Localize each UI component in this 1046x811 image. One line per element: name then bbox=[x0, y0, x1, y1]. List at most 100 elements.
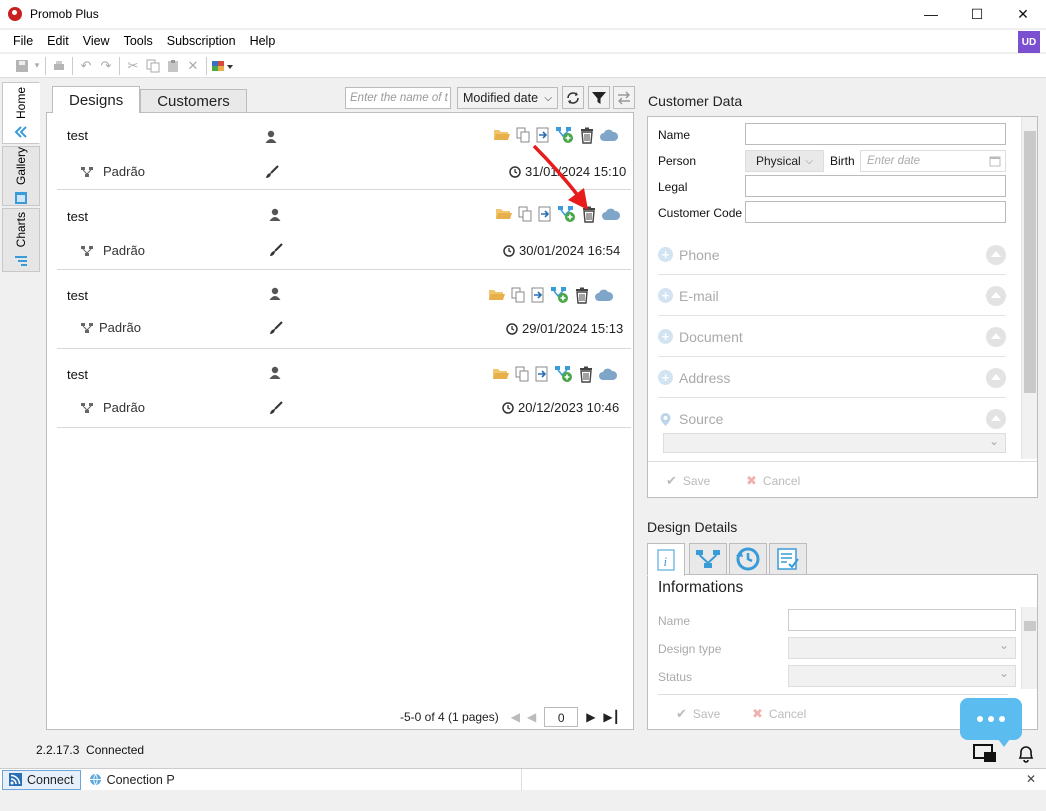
screen-share-icon[interactable] bbox=[973, 743, 999, 765]
details-save-button[interactable]: ✔ Save bbox=[676, 706, 720, 722]
tab-customers[interactable]: Customers bbox=[140, 89, 247, 113]
first-page-icon[interactable]: ◀ bbox=[511, 710, 521, 724]
collapse-icon[interactable] bbox=[986, 409, 1006, 429]
design-variant: Padrão bbox=[81, 320, 141, 335]
last-page-icon[interactable]: ▶┃ bbox=[603, 710, 619, 724]
person-select[interactable]: Physical ⌵ bbox=[745, 150, 824, 172]
status-select[interactable] bbox=[788, 665, 1016, 687]
collapse-icon[interactable] bbox=[986, 367, 1006, 388]
tab-checklist[interactable] bbox=[769, 543, 807, 575]
details-cancel-button[interactable]: ✖ Cancel bbox=[752, 706, 806, 722]
group-phone[interactable]: + Phone bbox=[658, 235, 1006, 275]
collapse-icon[interactable] bbox=[986, 326, 1006, 347]
source-select[interactable] bbox=[663, 433, 1006, 453]
search-input[interactable]: Enter the name of t bbox=[345, 87, 451, 109]
duplicate-icon[interactable] bbox=[514, 366, 530, 382]
save-dropdown-icon[interactable]: ▾ bbox=[32, 57, 42, 75]
add-variant-icon[interactable] bbox=[550, 286, 570, 304]
save-label: Save bbox=[682, 474, 711, 488]
swap-button[interactable] bbox=[613, 86, 635, 109]
open-folder-icon[interactable] bbox=[488, 287, 506, 303]
clock-icon bbox=[502, 401, 514, 414]
connect-tab[interactable]: Connect bbox=[2, 769, 81, 790]
trash-icon[interactable] bbox=[578, 366, 594, 383]
cloud-icon[interactable] bbox=[601, 207, 621, 221]
refresh-button[interactable] bbox=[562, 86, 584, 109]
customer-name-input[interactable] bbox=[745, 123, 1006, 145]
legal-input[interactable] bbox=[745, 175, 1006, 197]
group-document[interactable]: + Document bbox=[658, 317, 1006, 357]
undo-icon[interactable]: ↶ bbox=[76, 57, 96, 75]
date-text: 30/01/2024 16:54 bbox=[519, 243, 621, 258]
maximize-button[interactable]: ☐ bbox=[954, 0, 1000, 28]
group-address[interactable]: + Address bbox=[658, 358, 1006, 398]
export-icon[interactable] bbox=[530, 287, 546, 303]
group-address-label: Address bbox=[679, 369, 731, 386]
tab-history[interactable] bbox=[729, 543, 767, 575]
minimize-button[interactable]: — bbox=[908, 0, 954, 28]
next-page-icon[interactable]: ▶ bbox=[586, 710, 595, 724]
scroll-thumb[interactable] bbox=[1024, 131, 1036, 393]
user-avatar[interactable]: UD bbox=[1018, 31, 1040, 53]
bell-icon[interactable] bbox=[1017, 744, 1035, 764]
details-scrollbar[interactable] bbox=[1021, 607, 1037, 689]
close-button[interactable]: ✕ bbox=[1000, 0, 1046, 28]
sort-select[interactable]: Modified date ⌵ bbox=[457, 87, 558, 109]
delete-icon[interactable]: ✕ bbox=[183, 57, 203, 75]
redo-icon[interactable]: ↷ bbox=[96, 57, 116, 75]
tab-designs[interactable]: Designs bbox=[52, 86, 141, 113]
design-item[interactable]: test Padrão 29/01/2024 15:13 bbox=[57, 271, 631, 349]
copy-icon[interactable] bbox=[143, 57, 163, 75]
menu-subscription[interactable]: Subscription bbox=[160, 34, 243, 48]
collapse-icon[interactable] bbox=[986, 244, 1006, 265]
scroll-thumb[interactable] bbox=[1024, 621, 1036, 631]
open-folder-icon[interactable] bbox=[492, 366, 510, 382]
tab-structure[interactable] bbox=[689, 543, 727, 575]
cloud-icon[interactable] bbox=[598, 367, 618, 381]
filter-icon bbox=[592, 91, 606, 104]
design-item[interactable]: test Padrão 20/12/2023 10:46 bbox=[57, 350, 631, 428]
duplicate-icon[interactable] bbox=[510, 287, 526, 303]
connection-tab[interactable]: Conection P bbox=[83, 770, 181, 790]
customer-code-input[interactable] bbox=[745, 201, 1006, 223]
print-icon[interactable] bbox=[49, 57, 69, 75]
menu-help[interactable]: Help bbox=[243, 34, 283, 48]
side-tab-charts[interactable]: Charts bbox=[2, 208, 40, 272]
open-folder-icon[interactable] bbox=[495, 206, 513, 222]
side-tab-home[interactable]: Home bbox=[2, 82, 40, 144]
cloud-icon[interactable] bbox=[599, 128, 619, 142]
page-input[interactable]: 0 bbox=[544, 707, 579, 727]
export-icon[interactable] bbox=[534, 366, 550, 382]
cut-icon[interactable]: ✂ bbox=[123, 57, 143, 75]
save-icon[interactable] bbox=[12, 57, 32, 75]
menu-tools[interactable]: Tools bbox=[117, 34, 160, 48]
open-folder-icon[interactable] bbox=[493, 127, 511, 143]
prev-page-icon[interactable]: ◀ bbox=[527, 710, 536, 724]
design-type-select[interactable] bbox=[788, 637, 1016, 659]
detail-name-input[interactable] bbox=[788, 609, 1016, 631]
chat-bubble-button[interactable] bbox=[960, 698, 1022, 747]
menu-edit[interactable]: Edit bbox=[40, 34, 76, 48]
customer-cancel-button[interactable]: ✖ Cancel bbox=[746, 473, 800, 489]
calendar-icon[interactable] bbox=[989, 155, 1001, 167]
menu-view[interactable]: View bbox=[76, 34, 117, 48]
cloud-icon[interactable] bbox=[594, 288, 614, 302]
add-variant-icon[interactable] bbox=[554, 365, 574, 383]
trash-icon[interactable] bbox=[574, 287, 590, 304]
tab-info[interactable]: i bbox=[647, 543, 685, 576]
swap-icon bbox=[618, 91, 630, 104]
birth-date-input[interactable]: Enter date bbox=[860, 150, 1006, 172]
collapse-icon[interactable] bbox=[986, 285, 1006, 306]
date-text: 29/01/2024 15:13 bbox=[522, 321, 624, 336]
customer-scrollbar[interactable] bbox=[1021, 117, 1037, 459]
filter-button[interactable] bbox=[588, 86, 610, 109]
tree-icon bbox=[81, 245, 93, 256]
promob-logo-icon bbox=[8, 7, 22, 21]
side-tab-gallery[interactable]: Gallery bbox=[2, 146, 40, 206]
close-icon[interactable]: ✕ bbox=[1026, 772, 1036, 786]
customer-save-button[interactable]: ✔ Save bbox=[666, 473, 710, 489]
render-icon[interactable] bbox=[210, 57, 236, 75]
menu-file[interactable]: File bbox=[6, 34, 40, 48]
group-email[interactable]: + E-mail bbox=[658, 276, 1006, 316]
paste-icon[interactable] bbox=[163, 57, 183, 75]
